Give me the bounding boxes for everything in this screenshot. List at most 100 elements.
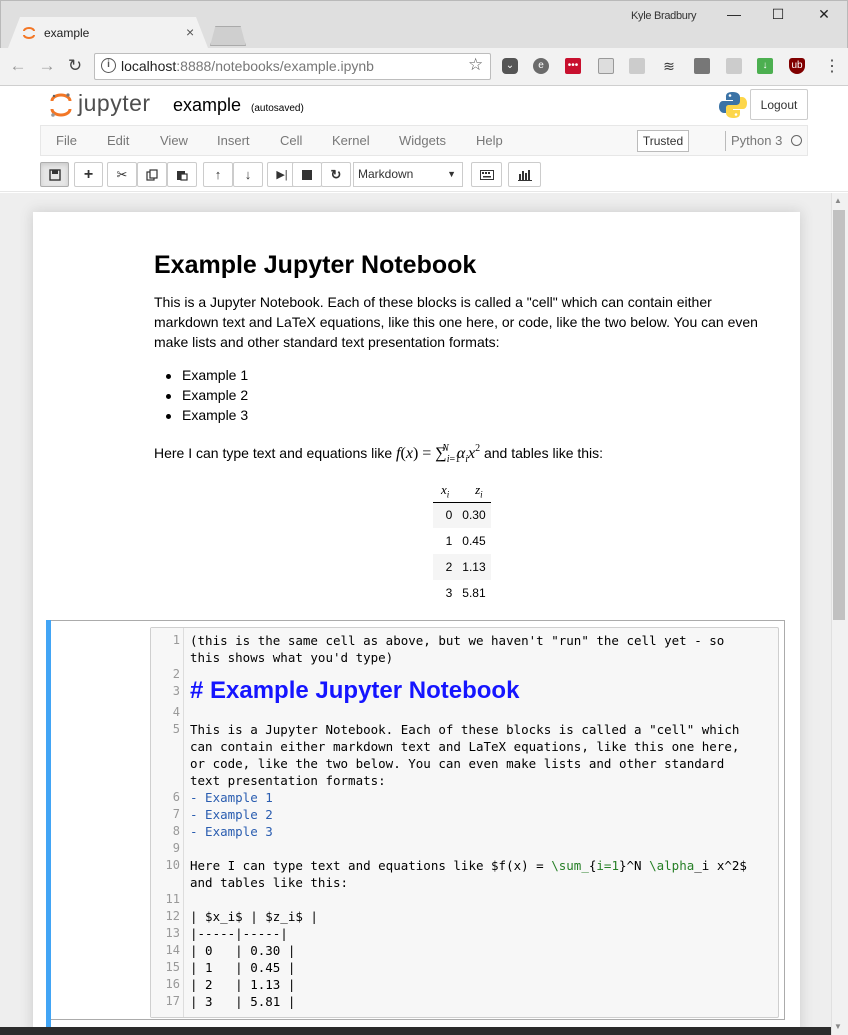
equation-paragraph: Here I can type text and equations like … bbox=[154, 443, 764, 466]
python-logo-icon bbox=[719, 92, 747, 118]
onenote-extension-icon[interactable] bbox=[694, 58, 710, 74]
line-number: 1 bbox=[172, 633, 180, 647]
code-line: This is a Jupyter Notebook. Each of thes… bbox=[190, 722, 740, 737]
back-arrow-icon[interactable]: ← bbox=[8, 56, 28, 76]
celltoolbar-button[interactable] bbox=[508, 162, 541, 187]
maximize-icon[interactable]: ☐ bbox=[768, 6, 788, 23]
copy-button[interactable] bbox=[137, 162, 167, 187]
interrupt-kernel-button[interactable] bbox=[292, 162, 322, 187]
list-item: Example 1 bbox=[182, 367, 249, 383]
refresh-icon: ↻ bbox=[330, 166, 342, 182]
code-line: and tables like this: bbox=[190, 875, 349, 890]
rendered-table: xi zi 0 0.30 1 0.45 2 1.13 3 5.81 bbox=[433, 480, 491, 606]
scroll-down-icon[interactable]: ▼ bbox=[834, 1022, 842, 1031]
logout-button[interactable]: Logout bbox=[750, 89, 808, 120]
code-line: text presentation formats: bbox=[190, 773, 386, 788]
line-number: 11 bbox=[165, 892, 180, 906]
document-extension-icon[interactable] bbox=[598, 58, 614, 74]
menu-help[interactable]: Help bbox=[476, 133, 503, 148]
line-number: 17 bbox=[165, 994, 180, 1008]
equation-suffix: and tables like this: bbox=[483, 445, 604, 461]
menu-widgets[interactable]: Widgets bbox=[399, 133, 446, 148]
stop-icon bbox=[302, 169, 312, 180]
move-up-button[interactable]: ↑ bbox=[203, 162, 233, 187]
bar-chart-icon bbox=[517, 169, 532, 181]
code-line: | 0 | 0.30 | bbox=[190, 943, 296, 958]
autosave-status: (autosaved) bbox=[251, 103, 304, 114]
rendered-heading: Example Jupyter Notebook bbox=[154, 251, 477, 279]
trusted-indicator[interactable]: Trusted bbox=[637, 130, 689, 152]
new-tab-button[interactable] bbox=[210, 26, 246, 46]
table-row: 1 0.45 bbox=[433, 528, 491, 554]
table-cell: 0 bbox=[433, 502, 458, 529]
minimize-icon[interactable]: — bbox=[724, 6, 744, 22]
paste-button[interactable] bbox=[167, 162, 197, 187]
kernel-divider bbox=[725, 131, 726, 151]
copy-icon bbox=[146, 168, 158, 181]
bookmark-star-icon[interactable]: ☆ bbox=[468, 55, 483, 75]
table-cell: 0.30 bbox=[457, 502, 491, 529]
save-button[interactable] bbox=[40, 162, 69, 187]
insert-cell-button[interactable]: + bbox=[74, 162, 103, 187]
evernote-extension-icon[interactable]: e bbox=[533, 58, 549, 74]
google-extension-icon[interactable]: ↓ bbox=[757, 58, 773, 74]
table-row: 3 5.81 bbox=[433, 580, 491, 606]
jupyter-favicon-icon bbox=[23, 27, 35, 39]
restart-kernel-button[interactable]: ↻ bbox=[321, 162, 351, 187]
menu-edit[interactable]: Edit bbox=[107, 133, 129, 148]
kernel-name[interactable]: Python 3 bbox=[731, 133, 782, 148]
line-number: 3 bbox=[172, 684, 180, 698]
jupyter-logo-icon[interactable] bbox=[50, 92, 72, 118]
code-heading-line: # Example Jupyter Notebook bbox=[190, 677, 520, 704]
reload-icon[interactable]: ↻ bbox=[65, 56, 85, 76]
info-icon[interactable]: i bbox=[101, 58, 116, 73]
code-line: can contain either markdown text and LaT… bbox=[190, 739, 740, 754]
tab-close-icon[interactable]: × bbox=[186, 24, 194, 40]
code-line: (this is the same cell as above, but we … bbox=[190, 633, 725, 648]
line-number: 14 bbox=[165, 943, 180, 957]
pocket-extension-icon[interactable]: ⌄ bbox=[502, 58, 518, 74]
menu-insert[interactable]: Insert bbox=[217, 133, 250, 148]
menu-cell[interactable]: Cell bbox=[280, 133, 302, 148]
ublock-extension-icon[interactable]: ub bbox=[789, 58, 805, 74]
line-number: 6 bbox=[172, 790, 180, 804]
inbox-extension-icon[interactable] bbox=[726, 58, 742, 74]
code-line: | 3 | 5.81 | bbox=[190, 994, 296, 1009]
scrollbar-thumb[interactable] bbox=[833, 210, 845, 620]
tab-title: example bbox=[44, 26, 90, 40]
bullet-icon bbox=[166, 374, 171, 379]
menu-file[interactable]: File bbox=[56, 133, 77, 148]
command-palette-button[interactable] bbox=[471, 162, 502, 187]
table-cell: 0.45 bbox=[462, 534, 486, 549]
jupyter-wordmark[interactable]: jupyter bbox=[78, 90, 151, 117]
code-line: |-----|-----| bbox=[190, 926, 288, 941]
line-number: 5 bbox=[172, 722, 180, 736]
code-line: | 2 | 1.13 | bbox=[190, 977, 296, 992]
arrow-down-icon: ↓ bbox=[244, 167, 252, 182]
move-down-button[interactable]: ↓ bbox=[233, 162, 263, 187]
step-forward-icon: ▶| bbox=[276, 169, 288, 181]
browser-menu-icon[interactable]: ⋮ bbox=[824, 56, 840, 76]
scroll-up-icon[interactable]: ▲ bbox=[834, 196, 842, 205]
code-line: | $x_i$ | $z_i$ | bbox=[190, 909, 318, 924]
line-number: 12 bbox=[165, 909, 180, 923]
bullet-icon bbox=[166, 414, 171, 419]
code-line: this shows what you'd type) bbox=[190, 650, 394, 665]
menu-kernel[interactable]: Kernel bbox=[332, 133, 370, 148]
url-text[interactable]: localhost:8888/notebooks/example.ipynb bbox=[121, 58, 374, 74]
line-number: 15 bbox=[165, 960, 180, 974]
forward-arrow-icon[interactable]: → bbox=[37, 56, 57, 76]
cell-type-select[interactable]: Markdown ▼ bbox=[353, 162, 463, 187]
browser-tab[interactable] bbox=[8, 17, 208, 48]
menu-view[interactable]: View bbox=[160, 133, 188, 148]
code-line: | 1 | 0.45 | bbox=[190, 960, 296, 975]
lastpass-extension-icon[interactable]: ••• bbox=[565, 58, 581, 74]
close-window-icon[interactable]: ✕ bbox=[814, 6, 834, 23]
notebook-name[interactable]: example bbox=[173, 95, 241, 116]
buffer-extension-icon[interactable]: ≋ bbox=[661, 58, 677, 74]
cut-button[interactable]: ✂ bbox=[107, 162, 137, 187]
chart-extension-icon[interactable] bbox=[629, 58, 645, 74]
profile-name[interactable]: Kyle Bradbury bbox=[631, 10, 697, 22]
code-list-line: - Example 2 bbox=[190, 807, 273, 822]
scissors-icon: ✂ bbox=[116, 166, 128, 182]
